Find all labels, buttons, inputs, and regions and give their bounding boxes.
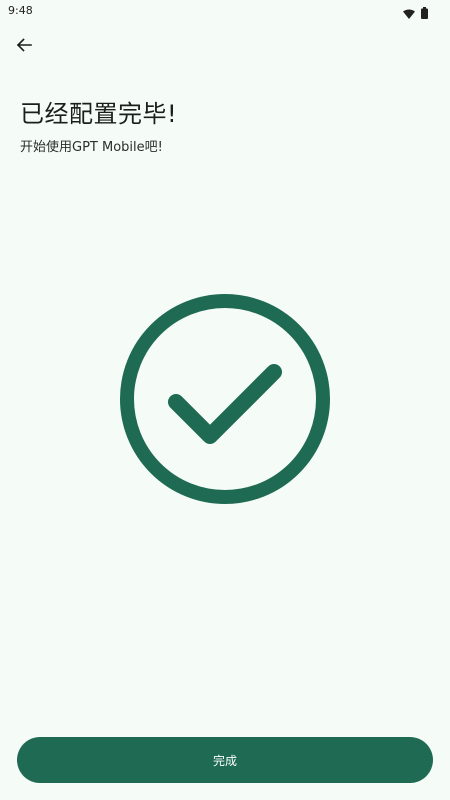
arrow-back-icon [16,37,32,57]
status-icons [403,4,428,23]
check-circle-icon [118,292,332,506]
done-button[interactable]: 完成 [17,737,433,783]
page-title: 已经配置完毕! [20,100,178,128]
status-time: 9:48 [8,4,33,17]
wifi-icon [403,4,415,23]
page-subtitle: 开始使用GPT Mobile吧! [20,140,163,155]
battery-icon [421,4,428,23]
back-button[interactable] [10,33,38,61]
status-bar: 9:48 [0,0,450,24]
